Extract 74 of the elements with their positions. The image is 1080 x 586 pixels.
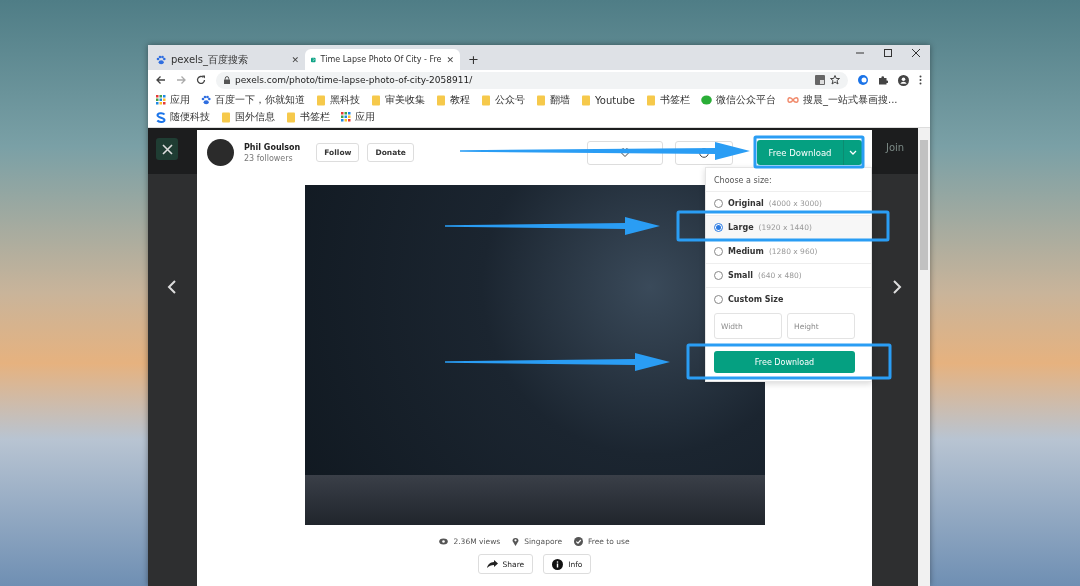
s-logo-icon bbox=[156, 111, 166, 123]
radio-button[interactable] bbox=[714, 247, 723, 256]
radio-button[interactable] bbox=[714, 271, 723, 280]
folder-icon bbox=[221, 111, 231, 123]
extension-icon[interactable] bbox=[858, 75, 868, 85]
apps-grid-icon bbox=[156, 95, 166, 105]
browser-tab[interactable]: pexels_百度搜索 ✕ bbox=[150, 49, 305, 70]
folder-icon bbox=[581, 94, 591, 106]
bookmark-link[interactable]: 书签栏 bbox=[660, 93, 690, 107]
translate-icon[interactable] bbox=[815, 75, 825, 85]
bookmark-link[interactable]: 公众号 bbox=[495, 93, 525, 107]
minimize-icon[interactable] bbox=[856, 49, 864, 57]
bookmark-link[interactable]: 微信公众平台 bbox=[716, 93, 776, 107]
lock-icon bbox=[224, 76, 230, 84]
close-icon bbox=[161, 143, 173, 155]
profile-icon[interactable] bbox=[898, 74, 909, 86]
previous-chevron-icon[interactable] bbox=[167, 280, 176, 294]
dropdown-heading: Choose a size: bbox=[706, 168, 871, 192]
folder-icon bbox=[536, 94, 546, 106]
avatar[interactable] bbox=[207, 139, 234, 166]
heart-icon bbox=[620, 148, 630, 157]
bookmark-link[interactable]: 应用 bbox=[170, 93, 190, 107]
maximize-icon[interactable] bbox=[884, 49, 892, 57]
scrollbar[interactable] bbox=[918, 128, 930, 586]
close-icon[interactable] bbox=[912, 49, 920, 57]
bookmark-link[interactable]: 国外信息 bbox=[235, 110, 275, 124]
apps-grid-icon bbox=[341, 112, 351, 122]
forward-arrow-icon[interactable] bbox=[176, 75, 186, 85]
follower-count: 23 followers bbox=[244, 153, 294, 163]
folder-icon bbox=[371, 94, 381, 106]
folder-icon bbox=[436, 94, 446, 106]
chat-bubble-icon bbox=[701, 95, 712, 105]
bookmark-link[interactable]: 随便科技 bbox=[170, 110, 210, 124]
bookmark-link[interactable]: 黑科技 bbox=[330, 93, 360, 107]
address-bar[interactable]: pexels.com/photo/time-lapse-photo-of-city-2058911/ bbox=[216, 71, 848, 89]
next-chevron-icon[interactable] bbox=[893, 280, 902, 294]
bookmark-link[interactable]: 审美收集 bbox=[385, 93, 425, 107]
radio-button[interactable] bbox=[714, 199, 723, 208]
radio-button[interactable] bbox=[714, 295, 723, 304]
folder-icon bbox=[646, 94, 656, 106]
chevron-down-icon bbox=[849, 150, 857, 155]
radio-button[interactable] bbox=[714, 223, 723, 232]
browser-tab[interactable]: Time Lapse Photo Of City - Fre ✕ bbox=[305, 49, 460, 70]
photographer-name[interactable]: Phil Goulson bbox=[244, 142, 301, 152]
eye-icon bbox=[439, 538, 449, 545]
paw-icon bbox=[156, 54, 166, 65]
close-tab-icon[interactable]: ✕ bbox=[291, 54, 299, 65]
bookmark-link[interactable]: 应用 bbox=[355, 110, 375, 124]
close-button[interactable] bbox=[156, 138, 178, 160]
size-option[interactable]: Custom Size bbox=[706, 288, 871, 311]
menu-icon[interactable] bbox=[919, 75, 922, 85]
new-tab-icon[interactable]: + bbox=[468, 52, 479, 67]
size-dropdown-button[interactable] bbox=[843, 140, 862, 165]
puzzle-icon[interactable] bbox=[878, 75, 888, 85]
folder-icon bbox=[316, 94, 326, 106]
check-circle-icon bbox=[574, 537, 584, 546]
close-tab-icon[interactable]: ✕ bbox=[446, 54, 454, 65]
bookmark-link[interactable]: Youtube bbox=[595, 94, 635, 106]
share-arrow-icon bbox=[486, 560, 498, 568]
bookmark-link[interactable]: 书签栏 bbox=[300, 110, 330, 124]
star-icon[interactable] bbox=[830, 75, 840, 85]
info-icon bbox=[552, 558, 564, 570]
bookmark-link[interactable]: 搜晨_一站式暴画搜... bbox=[803, 93, 898, 107]
map-pin-icon bbox=[512, 537, 520, 546]
bookmark-link[interactable]: 教程 bbox=[450, 93, 470, 107]
back-arrow-icon[interactable] bbox=[156, 75, 166, 85]
join-link[interactable]: Join bbox=[886, 142, 905, 153]
infinity-icon bbox=[787, 96, 799, 104]
bookmark-link[interactable]: 百度一下，你就知道 bbox=[215, 93, 305, 107]
folder-icon bbox=[286, 111, 296, 123]
reload-icon[interactable] bbox=[196, 75, 206, 85]
bookmark-link[interactable]: 翻墙 bbox=[550, 93, 570, 107]
paw-icon bbox=[201, 95, 211, 105]
folder-icon bbox=[481, 94, 491, 106]
